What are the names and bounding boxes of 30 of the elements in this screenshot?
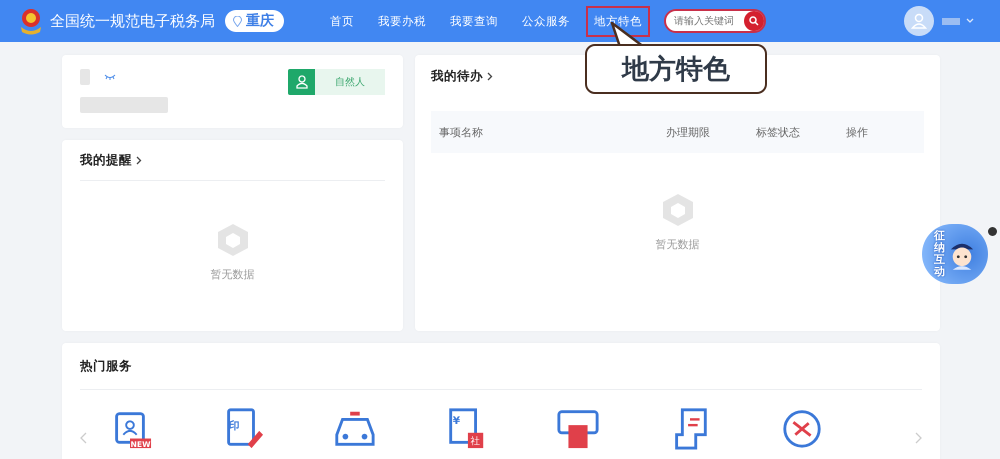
search-icon bbox=[749, 16, 759, 26]
person-icon bbox=[296, 75, 308, 89]
chevron-right-icon[interactable] bbox=[136, 156, 142, 164]
user-icon bbox=[911, 13, 927, 29]
chevron-right-icon[interactable] bbox=[487, 72, 493, 80]
close-widget-button[interactable] bbox=[988, 227, 997, 236]
site-title: 全国统一规范电子税务局 bbox=[50, 12, 215, 30]
empty-text: 暂无数据 bbox=[210, 267, 254, 282]
location-selector[interactable]: 重庆 bbox=[225, 10, 284, 32]
search-button[interactable] bbox=[744, 11, 764, 31]
user-avatar[interactable] bbox=[904, 6, 934, 36]
dropdown-chevron-icon[interactable] bbox=[966, 18, 974, 24]
nav-link[interactable]: 我要查询 bbox=[442, 6, 506, 36]
column-header: 事项名称 bbox=[439, 124, 484, 140]
blurred-user-name bbox=[942, 18, 960, 24]
chat-assistant-widget[interactable]: 征纳互动 bbox=[922, 224, 988, 284]
nav-link[interactable]: 首页 bbox=[322, 6, 362, 36]
nav-link[interactable]: 我要办税 bbox=[370, 6, 434, 36]
hidden-eye-icon[interactable] bbox=[104, 74, 116, 80]
blurred-avatar bbox=[80, 69, 90, 85]
reminders-title[interactable]: 我的提醒 bbox=[80, 152, 132, 168]
empty-text: 暂无数据 bbox=[656, 237, 700, 252]
column-header: 操作 bbox=[846, 124, 869, 140]
column-header: 标签状态 bbox=[756, 124, 801, 140]
todo-title[interactable]: 我的待办 bbox=[431, 68, 483, 84]
emblem-logo bbox=[18, 7, 44, 35]
column-header: 办理期限 bbox=[666, 124, 711, 140]
hot-services-title: 热门服务 bbox=[80, 358, 132, 374]
nav-link[interactable]: 公众服务 bbox=[514, 6, 578, 36]
location-pin-icon bbox=[233, 16, 242, 26]
